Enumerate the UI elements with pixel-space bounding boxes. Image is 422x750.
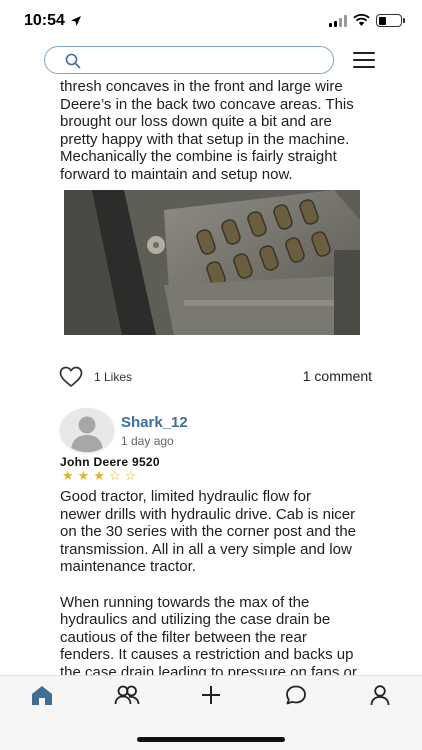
clock-text: 10:54: [24, 12, 65, 29]
star-empty-icon: ☆: [124, 468, 137, 483]
likes-count[interactable]: 1 Likes: [94, 370, 132, 384]
location-arrow-icon: [70, 16, 81, 26]
post-actions: 1 Likes 1 comment: [0, 366, 422, 390]
comment-timestamp: 1 day ago: [121, 434, 174, 448]
status-indicators: [329, 14, 405, 27]
home-icon[interactable]: [30, 684, 54, 706]
star-filled-icon: ★: [93, 468, 105, 483]
battery-icon: [376, 14, 405, 27]
top-header: [0, 46, 422, 76]
star-rating: ★ ★ ★ ☆ ☆: [62, 469, 136, 482]
status-time: 10:54: [24, 12, 82, 30]
search-icon: [65, 53, 81, 69]
cellular-signal-icon: [329, 14, 347, 27]
comment-machine-model: John Deere 9520: [60, 455, 160, 469]
post-body-text: thresh concaves in the front and large w…: [60, 78, 354, 183]
concave-photo-illustration: [64, 190, 360, 335]
comment-body-text: Good tractor, limited hydraulic flow for…: [60, 488, 357, 675]
comment-author[interactable]: Shark_12: [121, 414, 188, 431]
default-avatar-icon: [60, 408, 114, 452]
feed-content[interactable]: thresh concaves in the front and large w…: [0, 78, 422, 675]
home-indicator: [137, 737, 285, 742]
post-photo-combine-concave[interactable]: [64, 190, 360, 335]
star-filled-icon: ★: [77, 468, 90, 483]
avatar[interactable]: [60, 408, 114, 452]
hamburger-menu-icon[interactable]: [353, 50, 375, 70]
heart-like-icon[interactable]: [59, 366, 83, 388]
comments-count-link[interactable]: 1 comment: [303, 368, 372, 384]
people-icon[interactable]: [114, 684, 140, 706]
wifi-icon: [353, 14, 370, 26]
search-bar[interactable]: [44, 46, 334, 74]
bottom-tab-bar: [0, 675, 422, 750]
search-input[interactable]: [89, 50, 319, 70]
status-bar: 10:54: [0, 0, 422, 42]
profile-icon[interactable]: [368, 684, 392, 706]
chat-icon[interactable]: [284, 684, 308, 706]
star-empty-icon: ☆: [108, 468, 121, 483]
plus-icon[interactable]: [199, 684, 223, 706]
star-filled-icon: ★: [62, 468, 74, 483]
